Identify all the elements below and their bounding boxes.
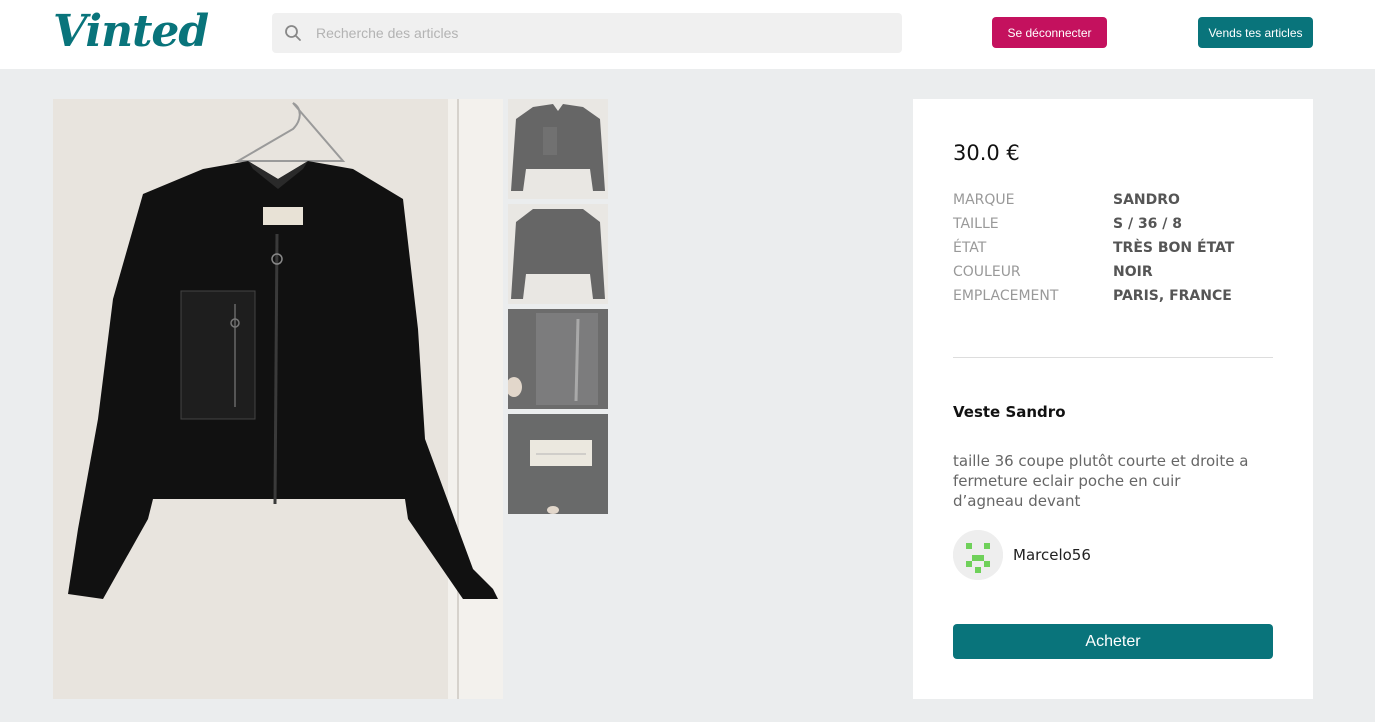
- search-input[interactable]: [316, 13, 886, 53]
- search-icon: [285, 25, 301, 41]
- detail-key: ÉTAT: [953, 240, 987, 256]
- detail-value: SANDRO: [1113, 192, 1180, 208]
- product-title: Veste Sandro: [953, 403, 1066, 421]
- seller-username[interactable]: Marcelo56: [1013, 546, 1091, 564]
- detail-key: EMPLACEMENT: [953, 288, 1059, 304]
- detail-row-location: EMPLACEMENT PARIS, FRANCE: [953, 287, 1273, 311]
- buy-button[interactable]: Acheter: [953, 624, 1273, 659]
- thumbnail-image: [508, 99, 608, 199]
- top-navigation-bar: Vinted Se déconnecter Vends tes articles: [0, 0, 1375, 69]
- thumbnail-2[interactable]: [508, 204, 608, 304]
- sell-items-button[interactable]: Vends tes articles: [1198, 17, 1313, 48]
- logout-button[interactable]: Se déconnecter: [992, 17, 1107, 48]
- thumbnail-image: [508, 414, 608, 514]
- main-product-photo[interactable]: [53, 99, 503, 699]
- product-details-list: MARQUE SANDRO TAILLE S / 36 / 8 ÉTAT TRÈ…: [953, 191, 1273, 311]
- thumbnail-4[interactable]: [508, 414, 608, 514]
- identicon-icon: [953, 530, 1003, 580]
- thumbnail-3[interactable]: [508, 309, 608, 409]
- detail-row-size: TAILLE S / 36 / 8: [953, 215, 1273, 239]
- detail-row-color: COULEUR NOIR: [953, 263, 1273, 287]
- search-bar[interactable]: [272, 13, 902, 53]
- vinted-logo[interactable]: Vinted: [53, 6, 209, 58]
- product-info-panel: 30.0 € MARQUE SANDRO TAILLE S / 36 / 8 É…: [913, 99, 1313, 699]
- thumbnail-1[interactable]: [508, 99, 608, 199]
- seller-avatar[interactable]: [953, 530, 1003, 580]
- divider: [953, 357, 1273, 358]
- detail-row-condition: ÉTAT TRÈS BON ÉTAT: [953, 239, 1273, 263]
- detail-value: PARIS, FRANCE: [1113, 288, 1232, 304]
- thumbnail-image: [508, 309, 608, 409]
- product-description: taille 36 coupe plutôt courte et droite …: [953, 452, 1249, 510]
- detail-row-brand: MARQUE SANDRO: [953, 191, 1273, 215]
- detail-value: S / 36 / 8: [1113, 216, 1183, 232]
- detail-value: NOIR: [1113, 264, 1153, 280]
- detail-key: MARQUE: [953, 192, 1015, 208]
- thumbnail-image: [508, 204, 608, 304]
- product-price: 30.0 €: [953, 141, 1020, 165]
- detail-value: TRÈS BON ÉTAT: [1113, 240, 1235, 256]
- detail-key: TAILLE: [953, 216, 999, 232]
- detail-key: COULEUR: [953, 264, 1021, 280]
- jacket-photo-illustration: [53, 99, 503, 699]
